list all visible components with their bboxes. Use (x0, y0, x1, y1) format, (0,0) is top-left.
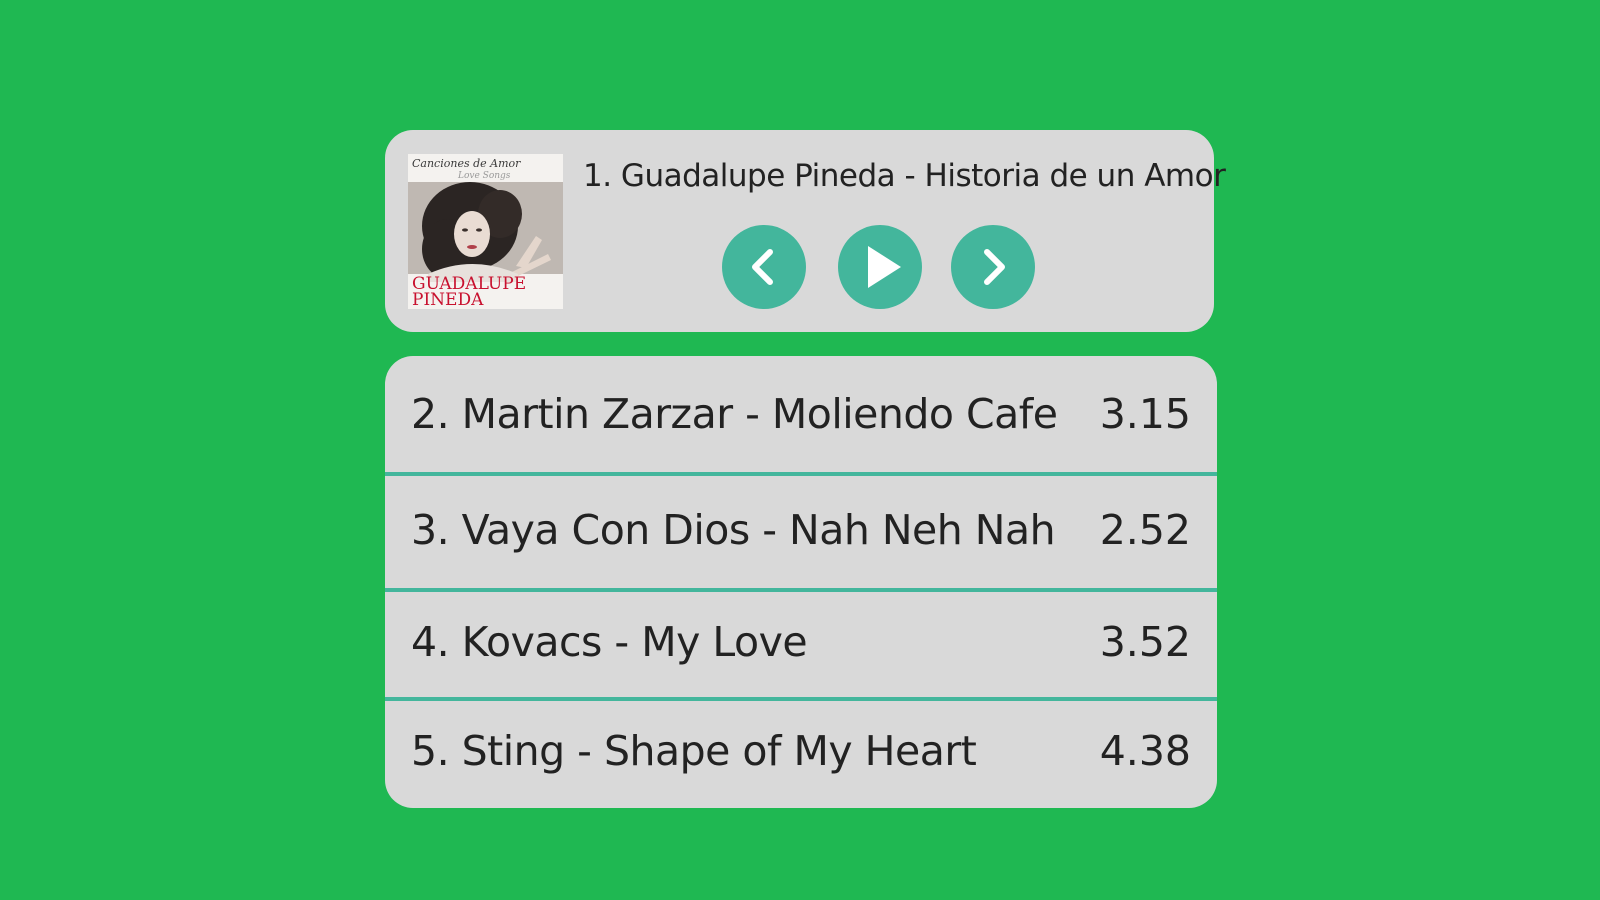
playlist-item[interactable]: 5. Sting - Shape of My Heart 4.38 (385, 701, 1217, 808)
track-duration: 4.38 (1099, 727, 1191, 775)
playlist-item[interactable]: 2. Martin Zarzar - Moliendo Cafe 3.15 (385, 356, 1217, 472)
track-title: 5. Sting - Shape of My Heart (411, 727, 977, 775)
playlist-item[interactable]: 4. Kovacs - My Love 3.52 (385, 592, 1217, 697)
track-duration: 3.15 (1099, 390, 1191, 438)
album-cover-title: Canciones de Amor (412, 157, 521, 170)
album-cover-artist-line2: PINEDA (412, 290, 484, 309)
previous-button[interactable] (722, 225, 806, 309)
chevron-left-icon (752, 249, 773, 285)
now-playing-title: 1. Guadalupe Pineda - Historia de un Amo… (583, 158, 1226, 194)
playlist-item[interactable]: 3. Vaya Con Dios - Nah Neh Nah 2.52 (385, 476, 1217, 588)
play-icon (868, 246, 901, 288)
playback-controls (722, 225, 1036, 309)
album-cover: Canciones de Amor Love Songs GUADALUPE P… (408, 154, 563, 309)
play-button[interactable] (838, 225, 922, 309)
playlist: 2. Martin Zarzar - Moliendo Cafe 3.15 3.… (385, 356, 1217, 808)
track-title: 3. Vaya Con Dios - Nah Neh Nah (411, 506, 1056, 554)
track-title: 4. Kovacs - My Love (411, 618, 808, 666)
track-duration: 3.52 (1099, 618, 1191, 666)
track-title: 2. Martin Zarzar - Moliendo Cafe (411, 390, 1058, 438)
chevron-right-icon (984, 249, 1005, 285)
now-playing-card: Canciones de Amor Love Songs GUADALUPE P… (385, 130, 1226, 332)
track-duration: 2.52 (1099, 506, 1191, 554)
next-button[interactable] (951, 225, 1035, 309)
album-cover-script: Love Songs (457, 171, 511, 181)
